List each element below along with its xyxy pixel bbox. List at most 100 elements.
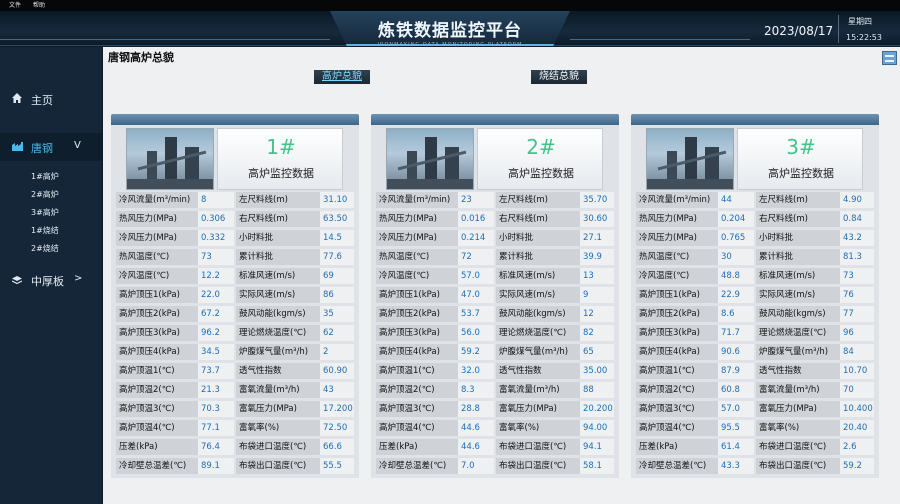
panel-subtitle: 高炉监控数据	[768, 167, 834, 180]
menu-help[interactable]: 帮助	[33, 0, 45, 11]
data-row: 压差(kPa) 76.4 布袋进口温度(℃) 66.6	[116, 439, 354, 455]
param-value: 35.70	[580, 192, 614, 208]
param-value: 59.2	[840, 458, 874, 474]
param-label: 热风温度(℃)	[636, 249, 718, 265]
param-label: 高炉顶温4(℃)	[636, 420, 718, 436]
param-label: 高炉顶压2(kPa)	[116, 306, 198, 322]
tab-sinter-overview[interactable]: 烧结总貌	[531, 70, 587, 84]
param-value: 47.0	[458, 287, 494, 303]
param-label: 透气性指数	[756, 363, 840, 379]
data-row: 冷却壁总温差(℃) 43.3 布袋出口温度(℃) 59.2	[636, 458, 874, 474]
param-value: 4.90	[840, 192, 874, 208]
param-value: 53.7	[458, 306, 494, 322]
sidebar-item-plate-label: 中厚板	[31, 275, 64, 288]
data-row: 压差(kPa) 61.4 布袋进口温度(℃) 2.6	[636, 439, 874, 455]
param-label: 布袋出口温度(℃)	[496, 458, 580, 474]
param-label: 冷风温度(℃)	[376, 268, 458, 284]
param-label: 理论燃烧温度(℃)	[756, 325, 840, 341]
panel-subtitle: 高炉监控数据	[248, 167, 314, 180]
param-label: 热风压力(MPa)	[376, 211, 458, 227]
param-value: 76.4	[198, 439, 234, 455]
sidebar-item-bf3[interactable]: 3#高炉	[31, 207, 59, 218]
sidebar-item-sinter2[interactable]: 2#烧结	[31, 243, 59, 254]
param-value: 88	[580, 382, 614, 398]
param-label: 富氧率(%)	[756, 420, 840, 436]
param-value: 73.7	[198, 363, 234, 379]
param-label: 冷却壁总温差(℃)	[636, 458, 718, 474]
param-value: 77.6	[320, 249, 354, 265]
data-row: 热风温度(℃) 30 累计料批 81.3	[636, 249, 874, 265]
data-row: 高炉顶温2(℃) 21.3 富氧流量(m³/h) 43	[116, 382, 354, 398]
param-label: 鼓风动能(kgm/s)	[236, 306, 320, 322]
sidebar-item-sinter1[interactable]: 1#烧结	[31, 225, 59, 236]
blast-furnace-image	[646, 128, 734, 190]
param-label: 炉腹煤气量(m³/h)	[756, 344, 840, 360]
data-row: 冷却壁总温差(℃) 7.0 布袋出口温度(℃) 58.1	[376, 458, 614, 474]
data-row: 热风温度(℃) 73 累计料批 77.6	[116, 249, 354, 265]
param-value: 27.1	[580, 230, 614, 246]
furnace-panel-2: 2# 高炉监控数据冷风流量(m³/min) 23 左尺料线(m) 35.70 热风压力(M…	[371, 114, 619, 478]
sidebar-item-plate[interactable]: 中厚板 >	[0, 267, 102, 293]
param-value: 30	[718, 249, 754, 265]
param-label: 冷风温度(℃)	[116, 268, 198, 284]
data-row: 冷风压力(MPa) 0.765 小时料批 43.2	[636, 230, 874, 246]
param-label: 高炉顶温1(℃)	[636, 363, 718, 379]
param-label: 小时料批	[496, 230, 580, 246]
data-row: 高炉顶压2(kPa) 67.2 鼓风动能(kgm/s) 35	[116, 306, 354, 322]
panel-header-bar	[371, 114, 619, 125]
param-label: 标准风速(m/s)	[236, 268, 320, 284]
param-label: 压差(kPa)	[116, 439, 198, 455]
sidebar-item-home[interactable]: 主页	[0, 87, 102, 113]
param-value: 7.0	[458, 458, 494, 474]
param-label: 高炉顶温3(℃)	[116, 401, 198, 417]
param-label: 实际风速(m/s)	[236, 287, 320, 303]
param-label: 高炉顶压2(kPa)	[636, 306, 718, 322]
param-value: 8.6	[718, 306, 754, 322]
param-label: 理论燃烧温度(℃)	[496, 325, 580, 341]
sidebar-group-tanggang[interactable]: 唐钢 V	[0, 133, 102, 161]
menu-bar: 文件 帮助	[0, 0, 900, 11]
data-row: 冷风流量(m³/min) 23 左尺料线(m) 35.70	[376, 192, 614, 208]
param-label: 鼓风动能(kgm/s)	[756, 306, 840, 322]
param-value: 0.214	[458, 230, 494, 246]
param-value: 87.9	[718, 363, 754, 379]
chevron-right-icon[interactable]: >	[74, 273, 82, 284]
data-row: 高炉顶压1(kPa) 22.9 实际风速(m/s) 76	[636, 287, 874, 303]
param-label: 冷风压力(MPa)	[636, 230, 718, 246]
list-icon[interactable]	[882, 51, 897, 65]
data-row: 热风压力(MPa) 0.016 右尺料线(m) 30.60	[376, 211, 614, 227]
param-value: 58.1	[580, 458, 614, 474]
menu-file[interactable]: 文件	[9, 0, 21, 11]
sidebar-group-label: 唐钢	[31, 142, 53, 155]
param-label: 高炉顶温4(℃)	[376, 420, 458, 436]
sidebar-item-bf2[interactable]: 2#高炉	[31, 189, 59, 200]
sidebar-item-bf1[interactable]: 1#高炉	[31, 171, 59, 182]
main-content: 唐钢高炉总貌 高炉总貌 烧结总貌 1# 高炉监控数据 冷风流量(m³/min) 8 左尺…	[103, 47, 900, 504]
furnace-panel-1: 1# 高炉监控数据 冷风流量(m³/min) 8 左尺料线(m) 31.10 热风压力(MP…	[111, 114, 359, 478]
param-label: 累计料批	[236, 249, 320, 265]
tab-blast-furnace-overview[interactable]: 高炉总貌	[314, 70, 370, 84]
param-label: 冷风压力(MPa)	[116, 230, 198, 246]
param-value: 90.6	[718, 344, 754, 360]
data-row: 高炉顶温4(℃) 95.5 富氧率(%) 20.40	[636, 420, 874, 436]
param-value: 48.8	[718, 268, 754, 284]
param-label: 高炉顶压3(kPa)	[116, 325, 198, 341]
param-label: 热风压力(MPa)	[636, 211, 718, 227]
data-row: 高炉顶压3(kPa) 96.2 理论燃烧温度(℃) 62	[116, 325, 354, 341]
data-row: 高炉顶压3(kPa) 71.7 理论燃烧温度(℃) 96	[636, 325, 874, 341]
param-value: 2.6	[840, 439, 874, 455]
panel-heading: 2# 高炉监控数据	[477, 128, 603, 190]
data-row: 冷却壁总温差(℃) 89.1 布袋出口温度(℃) 55.5	[116, 458, 354, 474]
param-value: 96.2	[198, 325, 234, 341]
param-label: 累计料批	[756, 249, 840, 265]
param-value: 60.90	[320, 363, 354, 379]
layers-icon	[12, 276, 22, 285]
data-row: 冷风压力(MPa) 0.332 小时料批 14.5	[116, 230, 354, 246]
data-row: 高炉顶温3(℃) 28.8 富氧压力(MPa) 20.200	[376, 401, 614, 417]
param-label: 实际风速(m/s)	[756, 287, 840, 303]
param-value: 89.1	[198, 458, 234, 474]
chevron-down-icon[interactable]: V	[74, 140, 81, 151]
data-row: 高炉顶温1(℃) 73.7 透气性指数 60.90	[116, 363, 354, 379]
param-label: 高炉顶压3(kPa)	[636, 325, 718, 341]
param-label: 炉腹煤气量(m³/h)	[236, 344, 320, 360]
